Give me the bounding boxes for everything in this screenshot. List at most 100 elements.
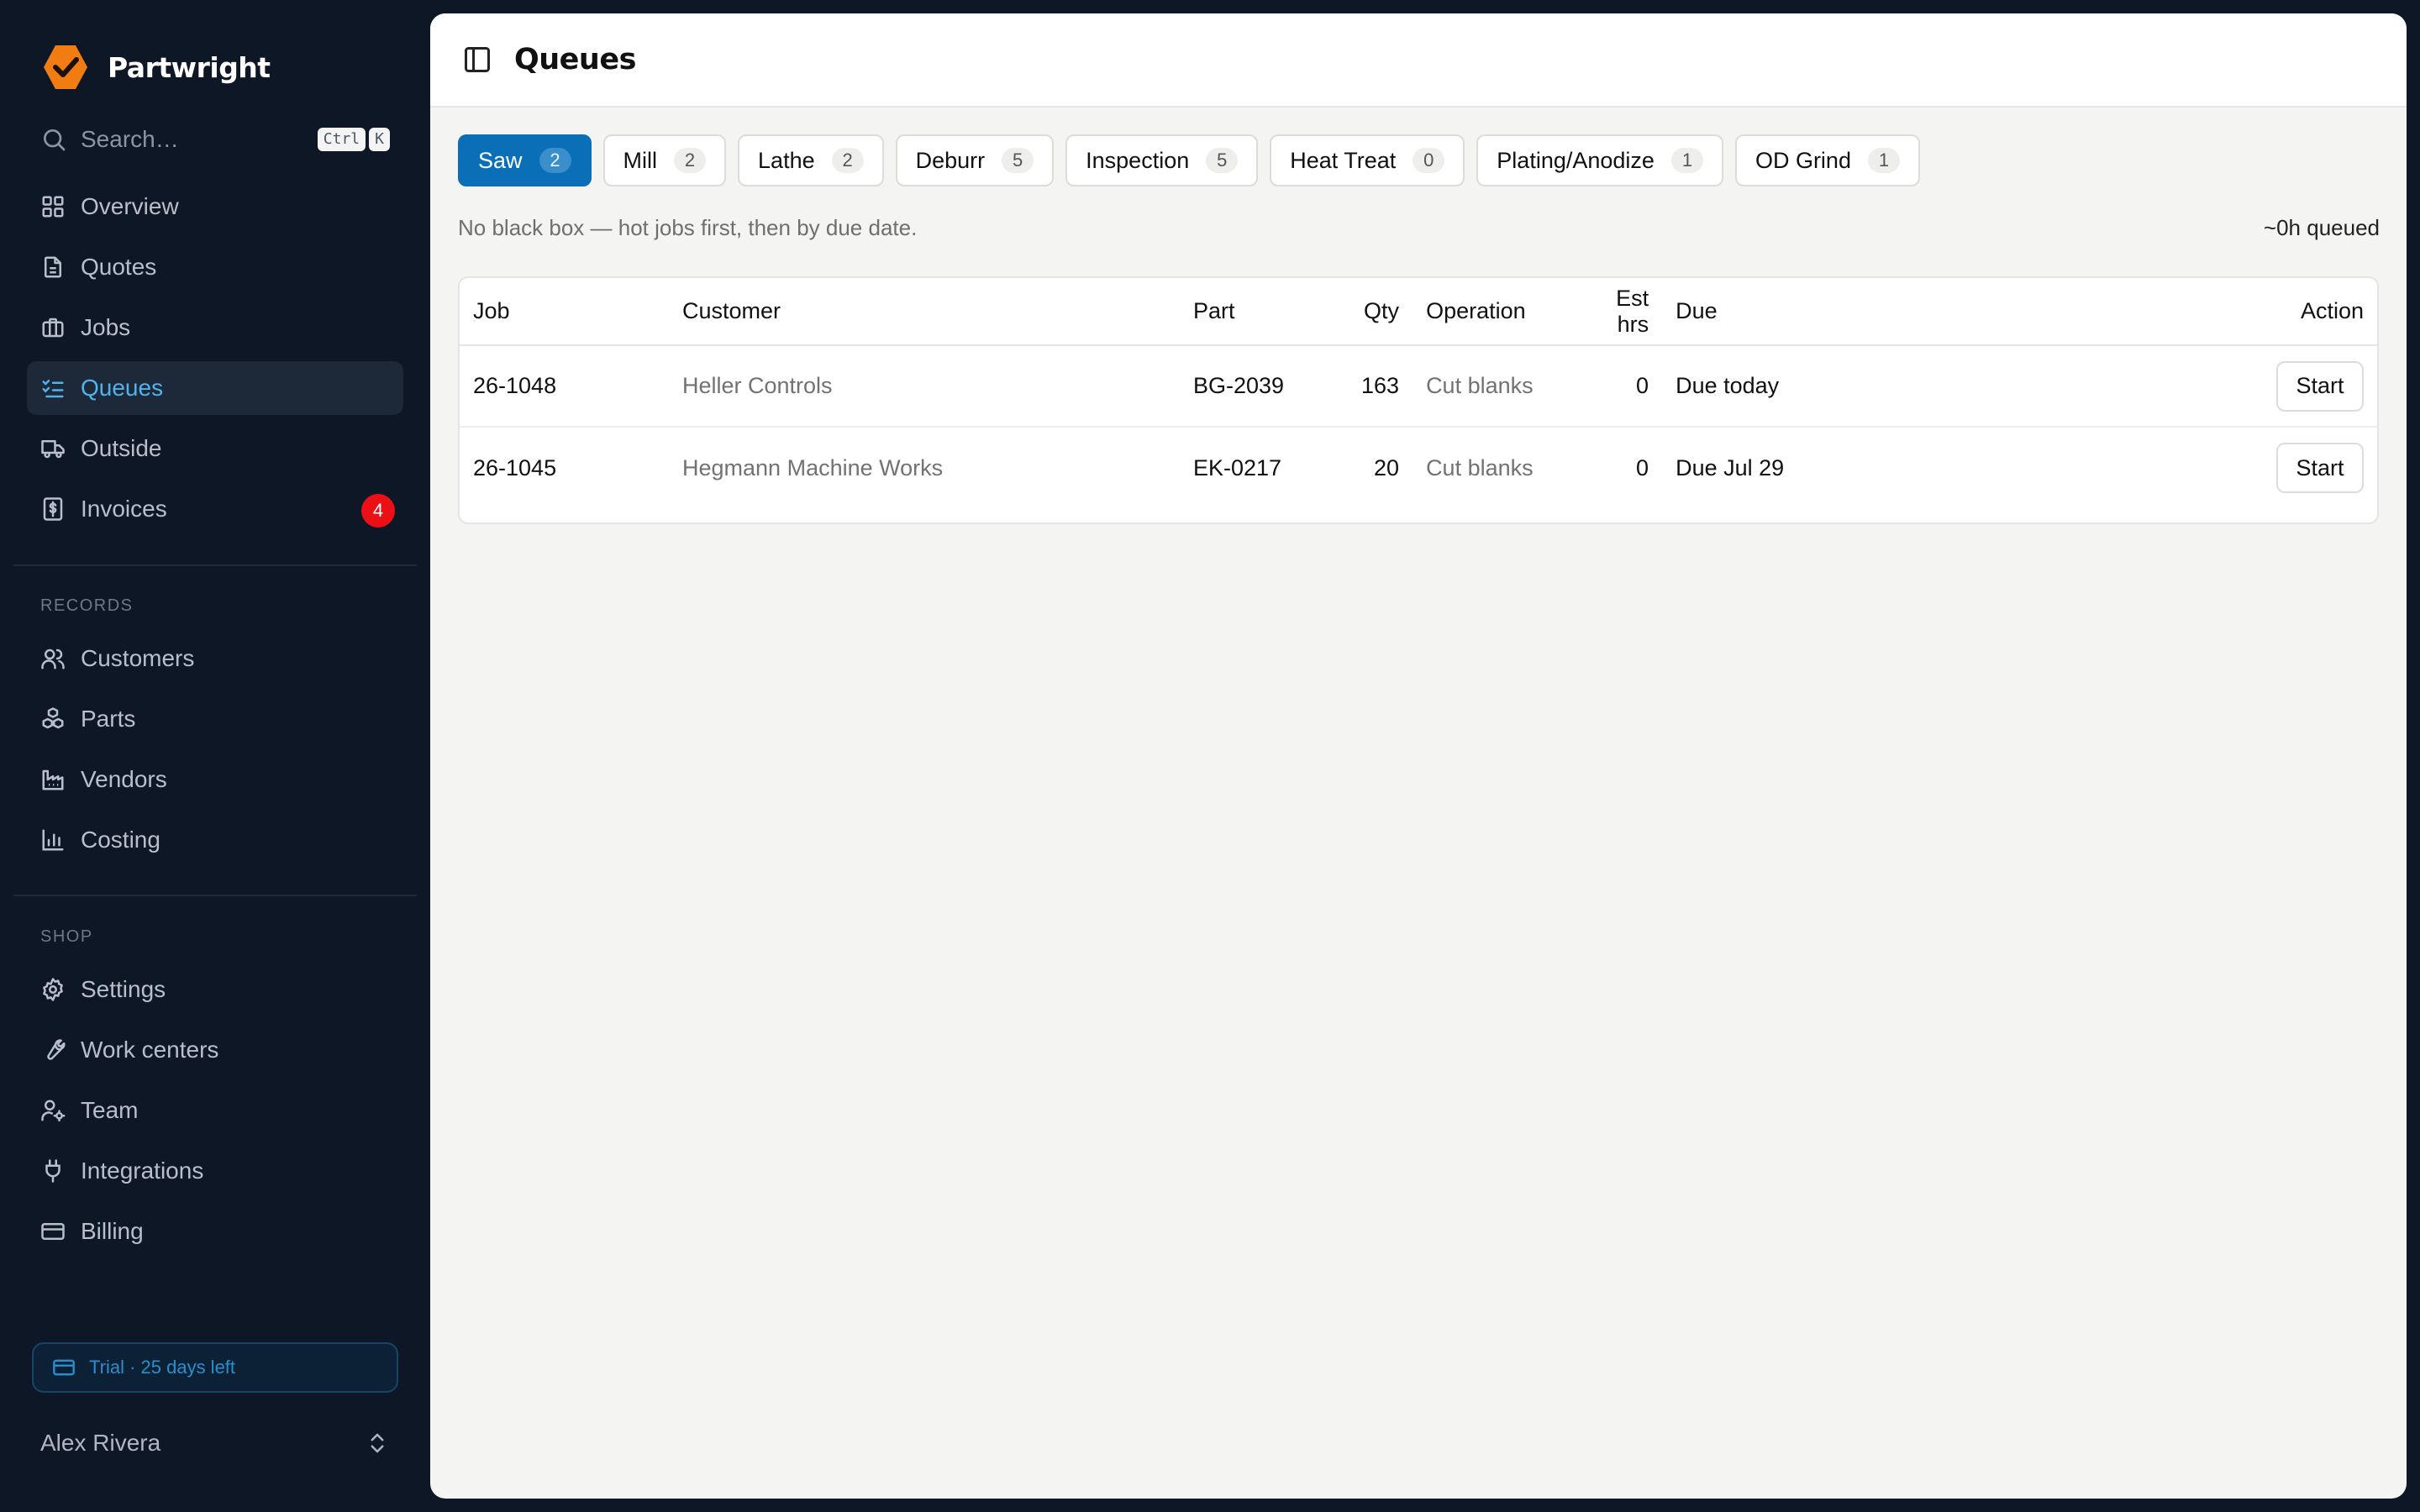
invoices-count-badge: 4 [361, 494, 395, 528]
cell-action: Start [1830, 345, 2377, 428]
sidebar-item-jobs[interactable]: Jobs [27, 301, 403, 354]
sidebar-item-label: Billing [81, 1218, 144, 1244]
tab-label: Lathe [758, 147, 815, 173]
user-menu[interactable]: Alex Rivera [40, 1425, 390, 1462]
receipt-icon [43, 497, 63, 521]
shortcut-k-key: K [369, 128, 390, 151]
cell-job[interactable]: 26-1045 [460, 427, 669, 508]
sidebar-item-label: Settings [81, 976, 166, 1002]
cell-qty: 163 [1348, 345, 1413, 428]
col-header-operation[interactable]: Operation [1413, 278, 1603, 346]
col-header-qty[interactable]: Qty [1348, 278, 1413, 346]
cell-operation: Cut blanks [1426, 454, 1534, 480]
tab-label: Mill [623, 147, 658, 173]
cell-due: Due today [1662, 345, 1831, 428]
sidebar-item-overview[interactable]: Overview [27, 180, 403, 234]
sidebar-item-vendors[interactable]: Vendors [27, 753, 403, 806]
start-button[interactable]: Start [2276, 443, 2364, 493]
sidebar-item-costing[interactable]: Costing [27, 813, 403, 867]
tab-count-badge: 1 [1867, 148, 1900, 173]
queue-table-card: Job Customer Part Qty Operation Est hrs … [458, 276, 2379, 524]
sidebar-item-label: Vendors [81, 766, 167, 792]
col-header-job[interactable]: Job [460, 278, 669, 346]
sidebar-item-label: Integrations [81, 1158, 204, 1184]
queue-table: Job Customer Part Qty Operation Est hrs … [460, 278, 2377, 508]
cell-operation: Cut blanks [1413, 345, 1603, 428]
tab-label: OD Grind [1754, 147, 1851, 173]
table-row[interactable]: 26-1045 Hegmann Machine Works EK-0217 20… [460, 427, 2377, 508]
cell-qty: 20 [1374, 454, 1400, 480]
credit-card-icon [41, 1223, 65, 1240]
col-header-customer[interactable]: Customer [669, 278, 1180, 346]
cell-action: Start [1830, 427, 2377, 508]
work-center-tabs: Saw 2 Mill 2 Lathe 2 Deburr 5 Inspection… [458, 134, 1932, 186]
sidebar-item-invoices[interactable]: Invoices 4 [27, 482, 403, 536]
sidebar-item-queues[interactable]: Queues [27, 361, 403, 415]
user-name: Alex Rivera [40, 1430, 161, 1456]
tab-inspection[interactable]: Inspection 5 [1065, 134, 1259, 186]
sidebar-item-label: Jobs [81, 314, 131, 340]
tab-count-badge: 5 [1206, 148, 1239, 173]
tab-lathe[interactable]: Lathe 2 [738, 134, 884, 186]
sidebar-item-work-centers[interactable]: Work centers [27, 1023, 403, 1077]
user-cog-icon [41, 1100, 66, 1122]
search-icon [44, 129, 66, 151]
table-row[interactable]: 26-1048 Heller Controls BG-2039 163 Cut … [460, 345, 2377, 428]
tab-heat-treat[interactable]: Heat Treat 0 [1270, 134, 1465, 186]
search-box[interactable]: Search… Ctrl K [40, 123, 390, 156]
search-placeholder: Search… [81, 126, 179, 152]
col-header-due[interactable]: Due [1662, 278, 1831, 346]
tab-count-badge: 2 [831, 148, 864, 173]
tab-count-badge: 5 [1002, 148, 1034, 173]
tab-mill[interactable]: Mill 2 [602, 134, 727, 186]
trial-label: Trial · 25 days left [89, 1357, 236, 1378]
briefcase-icon [42, 318, 64, 338]
shop-section-label: SHOP [40, 927, 93, 946]
tab-count-badge: 0 [1413, 148, 1445, 173]
col-header-action: Action [1830, 278, 2377, 346]
sidebar-divider [13, 564, 417, 566]
sidebar-item-label: Team [81, 1097, 139, 1123]
tab-saw[interactable]: Saw 2 [458, 134, 592, 186]
cell-part: EK-0217 [1193, 454, 1282, 480]
sidebar-item-quotes[interactable]: Quotes [27, 240, 403, 294]
sidebar-item-label: Queues [81, 375, 164, 401]
top-bar: Queues [430, 13, 2407, 108]
sidebar-item-settings[interactable]: Settings [27, 963, 403, 1016]
chevrons-up-down-icon [371, 1433, 384, 1453]
partwright-logo-icon [44, 45, 87, 89]
tab-plating-anodize[interactable]: Plating/Anodize 1 [1476, 134, 1723, 186]
queued-hours: ~0h queued [2263, 215, 2380, 240]
cell-due: Due Jul 29 [1676, 454, 1785, 480]
tab-count-badge: 2 [539, 148, 571, 173]
sidebar-item-label: Work centers [81, 1037, 219, 1063]
sidebar-item-label: Overview [81, 193, 179, 219]
trial-banner[interactable]: Trial · 25 days left [32, 1342, 398, 1393]
truck-icon [41, 440, 65, 459]
sidebar-item-label: Invoices [81, 496, 167, 522]
sidebar-item-label: Customers [81, 645, 195, 671]
cell-customer: Heller Controls [669, 345, 1180, 428]
cell-est-hrs: 0 [1636, 454, 1649, 480]
col-header-part[interactable]: Part [1180, 278, 1348, 346]
sidebar-toggle-icon[interactable] [462, 45, 492, 75]
sidebar-item-customers[interactable]: Customers [27, 632, 403, 685]
tab-deburr[interactable]: Deburr 5 [895, 134, 1055, 186]
sidebar-divider [13, 895, 417, 896]
bar-chart-icon [42, 829, 64, 851]
brand[interactable]: Partwright [40, 42, 271, 92]
plug-icon [45, 1159, 60, 1183]
start-button[interactable]: Start [2276, 360, 2364, 412]
sidebar-item-parts[interactable]: Parts [27, 692, 403, 746]
sidebar-item-outside[interactable]: Outside [27, 422, 403, 475]
sidebar-item-billing[interactable]: Billing [27, 1205, 403, 1258]
sidebar-item-integrations[interactable]: Integrations [27, 1144, 403, 1198]
factory-icon [42, 769, 64, 790]
gear-icon [43, 978, 63, 1001]
sidebar-item-team[interactable]: Team [27, 1084, 403, 1137]
col-header-est-hrs[interactable]: Est hrs [1602, 278, 1663, 346]
cell-job[interactable]: 26-1048 [460, 345, 669, 428]
tab-label: Inspection [1086, 147, 1190, 173]
document-icon [45, 256, 61, 278]
tab-od-grind[interactable]: OD Grind 1 [1734, 134, 1920, 186]
